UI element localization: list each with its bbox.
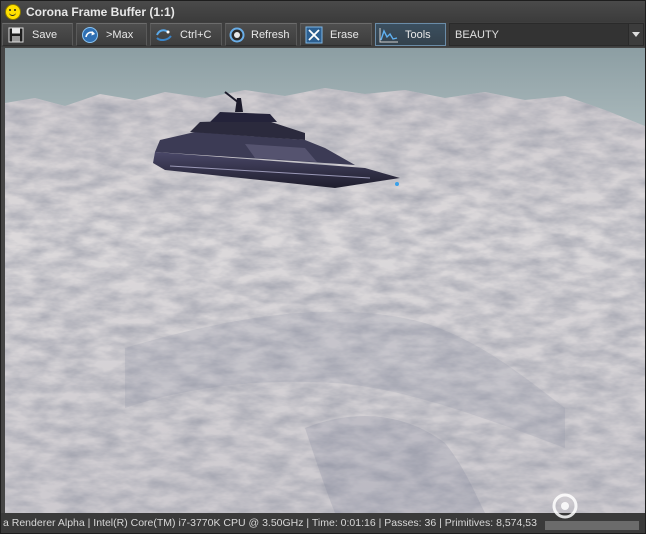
screenshot-watermark-logo — [545, 493, 639, 530]
send-to-max-icon — [80, 26, 100, 44]
render-pass-value: BEAUTY — [455, 28, 500, 41]
title-bar[interactable]: Corona Frame Buffer (1:1) — [1, 1, 645, 22]
refresh-button[interactable]: Refresh — [225, 23, 297, 46]
send-to-max-label: >Max — [106, 28, 134, 41]
refresh-icon — [229, 26, 245, 44]
refresh-label: Refresh — [251, 28, 290, 41]
tools-label: Tools — [405, 28, 431, 41]
render-viewport[interactable] — [5, 48, 645, 513]
save-button[interactable]: Save — [2, 23, 73, 46]
erase-button[interactable]: Erase — [300, 23, 372, 46]
copy-label: Ctrl+C — [180, 28, 212, 41]
window-title: Corona Frame Buffer (1:1) — [26, 4, 175, 19]
copy-clipboard-icon — [154, 26, 174, 44]
tools-graph-icon — [379, 26, 399, 44]
floppy-disk-icon — [6, 26, 26, 44]
rendered-image — [5, 48, 645, 513]
send-to-max-button[interactable]: >Max — [76, 23, 147, 46]
toolbar: Save >Max Ctrl+C Refresh Erase Tools BEA… — [1, 22, 645, 47]
save-label: Save — [32, 28, 58, 41]
smiley-app-icon — [5, 3, 21, 20]
status-text: a Renderer Alpha | Intel(R) Core(TM) i7-… — [3, 517, 537, 529]
chevron-down-icon[interactable] — [628, 24, 643, 45]
tools-button[interactable]: Tools — [375, 23, 446, 46]
render-pass-select[interactable]: BEAUTY — [449, 23, 644, 46]
erase-icon — [304, 26, 324, 44]
frame-buffer-window: Corona Frame Buffer (1:1) Save >Max Ctrl… — [0, 0, 646, 534]
copy-button[interactable]: Ctrl+C — [150, 23, 222, 46]
erase-label: Erase — [330, 28, 359, 41]
